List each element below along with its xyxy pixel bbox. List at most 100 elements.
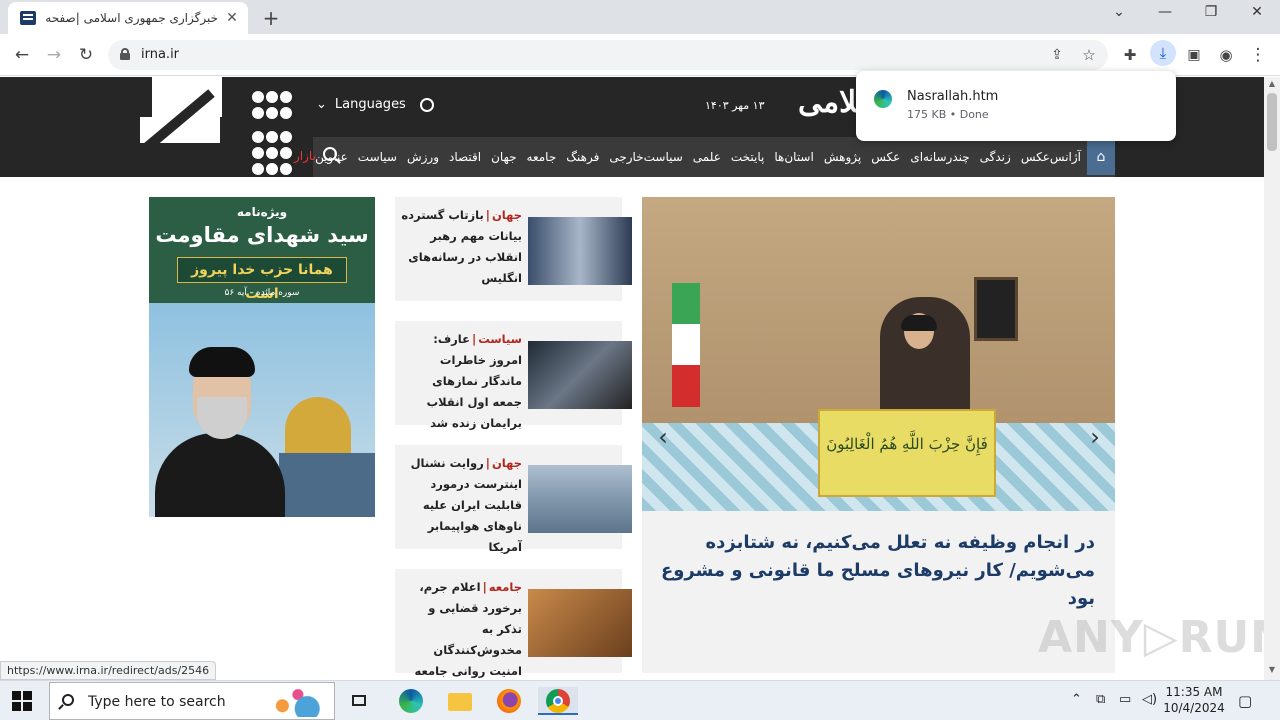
scroll-down-icon[interactable]: ▼	[1264, 665, 1280, 674]
network-device-icon[interactable]: ⧉	[1096, 692, 1105, 707]
news-card[interactable]: جامعه|اعلام جرم، برخورد قضایی و تذکر به …	[395, 569, 632, 678]
download-file-meta: 175 KB • Done	[907, 108, 989, 121]
irna-logo[interactable]	[139, 77, 295, 177]
notification-icon[interactable]: ▢	[1238, 692, 1252, 710]
news-card[interactable]: سیاست|عارف: امروز خاطرات ماندگار نمازهای…	[395, 321, 632, 430]
clock-date: 10/4/2024	[1163, 701, 1225, 715]
site-favicon	[20, 11, 36, 25]
browser-tab-strip: خبرگزاری جمهوری اسلامی |صفحه اصلی ✕ + ⌄ …	[0, 0, 1280, 34]
nav-item-bazar[interactable]: بازار	[294, 149, 316, 163]
profile-icon[interactable]: ◉	[1215, 44, 1237, 66]
file-explorer-icon[interactable]	[446, 687, 474, 715]
header-date: ۱۳ مهر ۱۴۰۳	[705, 99, 765, 112]
tray-chevron-icon[interactable]: ⌃	[1071, 692, 1082, 707]
news-text: جامعه|اعلام جرم، برخورد قضایی و تذکر به …	[414, 580, 523, 678]
page-scrollbar[interactable]: ▲ ▼	[1264, 77, 1280, 680]
network-icon[interactable]: ▭	[1119, 692, 1131, 707]
extensions-icon[interactable]: ✚	[1119, 44, 1141, 66]
address-bar[interactable]: irna.ir ⇪ ☆	[108, 40, 1108, 70]
ad-kicker: ویژه‌نامه	[236, 205, 288, 219]
ad-title: سید شهدای مقاومت	[155, 223, 369, 247]
news-card[interactable]: جهان|بازتاب گسترده بیانات مهم رهبر انقلا…	[395, 197, 632, 301]
tab-close-icon[interactable]: ✕	[224, 10, 240, 26]
nav-item[interactable]: سیاست	[358, 150, 397, 164]
back-icon[interactable]: ←	[11, 44, 33, 66]
edge-taskbar-icon[interactable]	[397, 687, 425, 715]
lock-icon	[120, 48, 130, 60]
windows-start-icon[interactable]	[12, 691, 32, 711]
bookmark-star-icon[interactable]: ☆	[1078, 44, 1100, 66]
news-thumbnail	[528, 465, 632, 533]
volume-icon[interactable]: ◁)	[1142, 692, 1157, 707]
news-text: جهان|بازتاب گسترده بیانات مهم رهبر انقلا…	[401, 208, 522, 285]
nav-item[interactable]: اقتصاد	[449, 150, 481, 164]
status-bar-url: https://www.irna.ir/redirect/ads/2546	[0, 661, 217, 680]
ad-photo	[149, 303, 375, 517]
nav-item[interactable]: آژانس‌عکس	[1021, 150, 1081, 164]
minimize-button[interactable]: —	[1142, 4, 1188, 20]
screen: خبرگزاری جمهوری اسلامی |صفحه اصلی ✕ + ⌄ …	[0, 0, 1280, 720]
clock-time: 11:35 AM	[1165, 685, 1223, 699]
nav-item[interactable]: چندرسانه‌ای	[910, 150, 969, 164]
nav-item[interactable]: پژوهش	[824, 150, 861, 164]
tab-search-button[interactable]: ⌄	[1096, 4, 1142, 20]
nav-item[interactable]: جامعه	[527, 150, 557, 164]
home-icon[interactable]: ⌂	[1087, 139, 1115, 175]
restore-button[interactable]: ❐	[1188, 4, 1234, 20]
news-card[interactable]: جهان|روایت نشنال اینترست درمورد قابلیت ا…	[395, 445, 632, 554]
nav-item[interactable]: استان‌ها	[774, 150, 813, 164]
search-highlight-icon	[270, 689, 332, 717]
ad-verse-ref: سوره مائده - آیه ۵۶	[224, 288, 300, 298]
share-icon[interactable]: ⇪	[1046, 44, 1068, 66]
slider-prev-icon[interactable]: ‹	[650, 423, 676, 451]
nav-item[interactable]: ورزش	[407, 150, 439, 164]
search-icon	[62, 694, 74, 706]
close-window-button[interactable]: ✕	[1234, 4, 1280, 20]
nav-item[interactable]: علمی	[693, 150, 721, 164]
anyrun-watermark: ANY▷RUN	[1038, 612, 1280, 663]
search-icon[interactable]	[323, 147, 337, 161]
main-nav: ⌂ عناوین سیاست ورزش اقتصاد جهان جامعه فرهنگ سیا…	[313, 137, 1115, 177]
hero-caption[interactable]: در انجام وظیفه نه تعلل می‌کنیم، نه شتابز…	[655, 529, 1095, 613]
nav-item[interactable]: فرهنگ	[566, 150, 599, 164]
slider-next-icon[interactable]: ›	[1082, 423, 1108, 451]
forward-icon[interactable]: →	[43, 44, 65, 66]
task-view-icon[interactable]	[346, 687, 374, 715]
news-thumbnail	[528, 589, 632, 657]
windows-taskbar: Type here to search ⌃ ⧉ ▭ ◁) 11:35 AM 10…	[0, 680, 1280, 720]
hero-image: فَإِنَّ حِزْبَ اللَّهِ هُمُ الْغَالِبُون…	[642, 197, 1115, 511]
nav-items: عناوین سیاست ورزش اقتصاد جهان جامعه فرهنگ سیاست…	[315, 137, 1081, 177]
news-thumbnail	[528, 341, 632, 409]
edge-file-icon	[874, 90, 892, 108]
menu-icon[interactable]: ⋮	[1247, 44, 1269, 66]
nasrallah-ad-banner[interactable]: ویژه‌نامه سید شهدای مقاومت همانا حزب خدا…	[149, 197, 375, 517]
chevron-down-icon: ⌄	[316, 97, 327, 112]
globe-icon	[419, 97, 434, 112]
url-text[interactable]: irna.ir	[141, 47, 179, 62]
nav-item[interactable]: پایتخت	[731, 150, 765, 164]
nav-item[interactable]: سیاست‌خارجی	[609, 150, 682, 164]
news-text: جهان|روایت نشنال اینترست درمورد قابلیت ا…	[410, 456, 522, 554]
chrome-taskbar-icon[interactable]	[538, 687, 578, 715]
taskbar-clock[interactable]: 11:35 AM 10/4/2024	[1160, 684, 1228, 716]
nav-item[interactable]: زندگی	[980, 150, 1011, 164]
ad-slogan: همانا حزب خدا پیروز است	[177, 257, 347, 302]
scroll-up-icon[interactable]: ▲	[1264, 79, 1280, 88]
news-text: سیاست|عارف: امروز خاطرات ماندگار نمازهای…	[426, 332, 522, 430]
side-panel-icon[interactable]: ▣	[1183, 44, 1205, 66]
taskbar-search-box[interactable]: Type here to search	[49, 682, 335, 720]
news-thumbnail	[528, 217, 632, 285]
nav-item[interactable]: جهان	[491, 150, 516, 164]
scroll-thumb[interactable]	[1267, 93, 1277, 151]
download-file-name[interactable]: Nasrallah.htm	[907, 89, 998, 104]
nav-item[interactable]: عکس	[871, 150, 900, 164]
hero-slider[interactable]: فَإِنَّ حِزْبَ اللَّهِ هُمُ الْغَالِبُون…	[642, 197, 1115, 673]
reload-icon[interactable]: ↻	[75, 44, 97, 66]
languages-label: Languages	[334, 97, 406, 112]
banner-calligraphy: فَإِنَّ حِزْبَ اللَّهِ هُمُ الْغَالِبُون…	[826, 435, 988, 453]
languages-menu[interactable]: ⌄ Languages	[316, 97, 434, 112]
new-tab-button[interactable]: +	[260, 6, 282, 30]
download-icon[interactable]: ⤓	[1150, 40, 1176, 66]
browser-tab[interactable]: خبرگزاری جمهوری اسلامی |صفحه اصلی ✕	[8, 2, 248, 34]
firefox-icon[interactable]	[495, 687, 523, 715]
